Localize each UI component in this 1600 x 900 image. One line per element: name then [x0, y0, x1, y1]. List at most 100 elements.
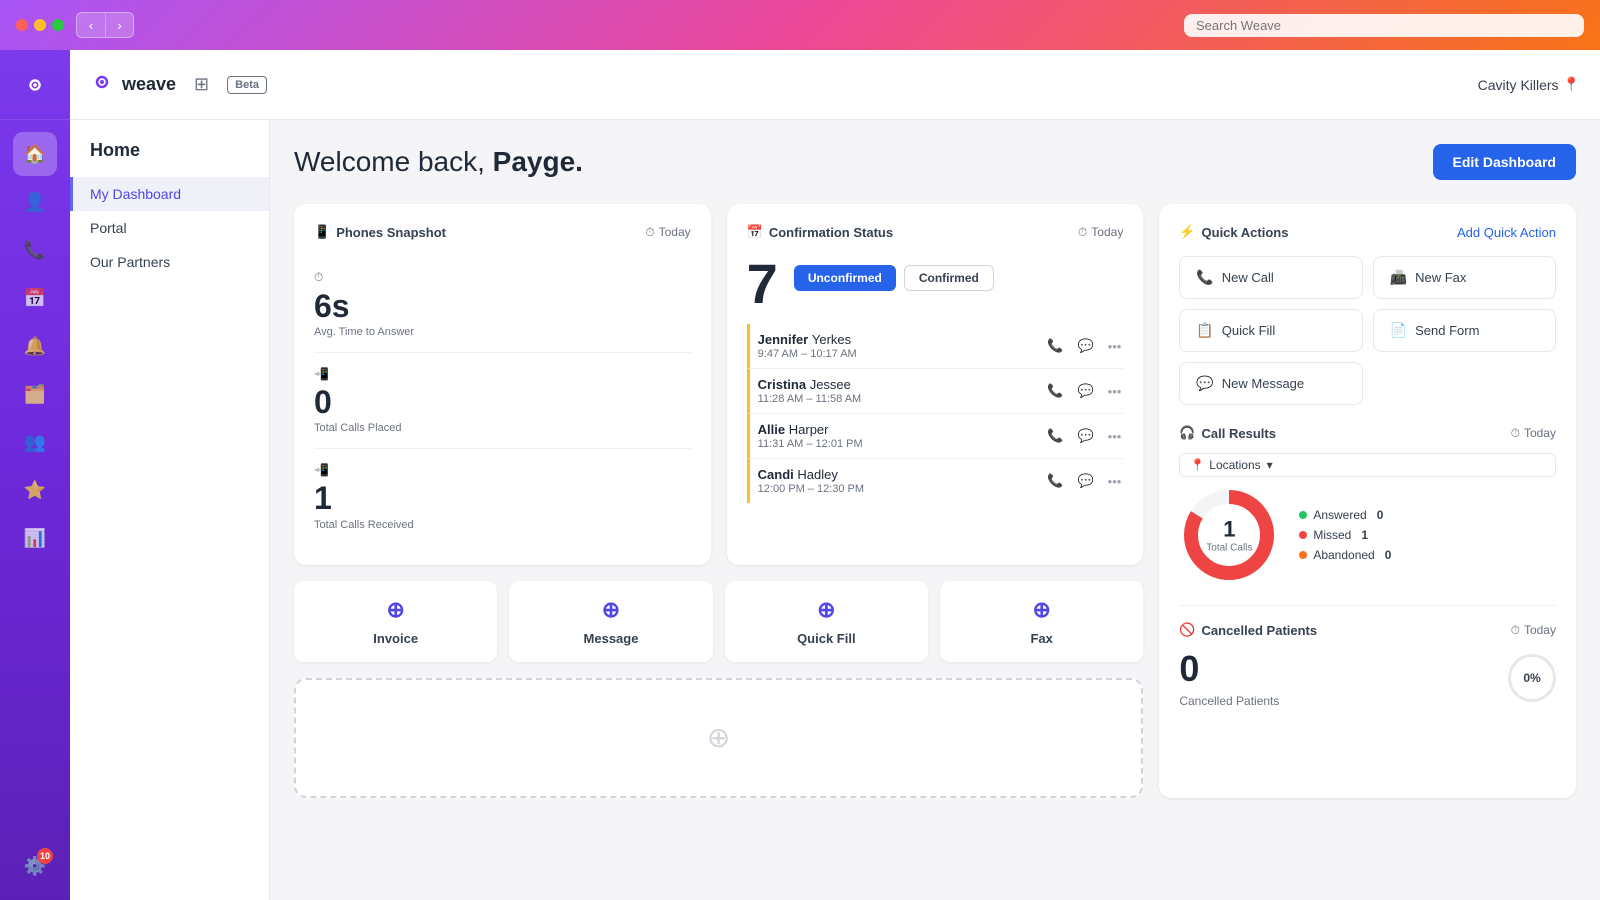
message-shortcut-button[interactable]: ⊕ Message: [509, 581, 712, 662]
browser-forward-button[interactable]: ›: [105, 13, 133, 37]
patient-actions: 📞 💬 •••: [1045, 336, 1123, 356]
missed-count: 1: [1361, 528, 1368, 542]
more-button[interactable]: •••: [1106, 381, 1124, 401]
clock-icon-calls: ⏱: [1511, 426, 1520, 441]
calls-placed-value: 0: [314, 385, 691, 420]
confirm-tabs: Unconfirmed Confirmed: [794, 265, 994, 291]
new-call-button[interactable]: 📞 New Call: [1179, 256, 1362, 299]
cancelled-title: 🚫 Cancelled Patients: [1179, 622, 1317, 638]
quick-fill-icon: 📋: [1196, 322, 1213, 339]
fax-shortcut-icon: ⊕: [1032, 597, 1050, 623]
calls-placed-stat: 📲 0 Total Calls Placed: [314, 353, 691, 449]
avg-time-icon-row: ⏱: [314, 270, 691, 285]
nav-records-icon[interactable]: 🗂️: [13, 372, 57, 416]
patient-actions: 📞 💬 •••: [1045, 426, 1123, 446]
message-button[interactable]: 💬: [1075, 471, 1095, 491]
nav-home-icon[interactable]: 🏠: [13, 132, 57, 176]
nav-notifications-icon[interactable]: 🔔: [13, 324, 57, 368]
call-legend: Answered 0 Missed 1: [1299, 508, 1391, 562]
new-message-button[interactable]: 💬 New Message: [1179, 362, 1362, 405]
settings-badge: 10: [37, 848, 53, 864]
dot-green: [52, 19, 64, 31]
nav-phone-icon[interactable]: 📞: [13, 228, 57, 272]
message-button[interactable]: 💬: [1075, 426, 1095, 446]
nav-settings-icon[interactable]: ⚙️ 10: [13, 844, 57, 888]
new-message-icon: 💬: [1196, 375, 1213, 392]
more-button[interactable]: •••: [1106, 471, 1124, 491]
message-button[interactable]: 💬: [1075, 336, 1095, 356]
sidebar-item-our-partners[interactable]: Our Partners: [70, 245, 269, 279]
location-pin-icon: 📍: [1563, 76, 1580, 93]
abandoned-count: 0: [1385, 548, 1392, 562]
cancelled-header: 🚫 Cancelled Patients ⏱ Today: [1179, 622, 1556, 638]
invoice-shortcut-button[interactable]: ⊕ Invoice: [294, 581, 497, 662]
patient-list: Jennifer Yerkes 9:47 AM – 10:17 AM 📞 💬 •…: [747, 324, 1124, 503]
avg-time-value: 6s: [314, 289, 691, 324]
more-button[interactable]: •••: [1106, 336, 1124, 356]
edit-dashboard-button[interactable]: Edit Dashboard: [1433, 144, 1576, 180]
dot-red: [16, 19, 28, 31]
clock-icon-cancelled: ⏱: [1511, 623, 1520, 638]
nav-contacts-icon[interactable]: 👤: [13, 180, 57, 224]
send-form-button[interactable]: 📄 Send Form: [1373, 309, 1556, 352]
patient-info: Candi Hadley 12:00 PM – 12:30 PM: [758, 467, 864, 495]
new-fax-button[interactable]: 📠 New Fax: [1373, 256, 1556, 299]
nav-calendar-icon[interactable]: 📅: [13, 276, 57, 320]
call-button[interactable]: 📞: [1045, 336, 1065, 356]
patient-name: Jennifer Yerkes: [758, 332, 857, 347]
message-button[interactable]: 💬: [1075, 381, 1095, 401]
grid-menu-button[interactable]: ⊞: [188, 68, 215, 101]
call-button[interactable]: 📞: [1045, 471, 1065, 491]
sidebar-item-portal[interactable]: Portal: [70, 211, 269, 245]
patient-name: Candi Hadley: [758, 467, 864, 482]
phones-snapshot-date: ⏱ Today: [645, 225, 690, 240]
answered-dot: [1299, 511, 1307, 519]
calls-placed-icon: 📲: [314, 367, 329, 381]
call-button[interactable]: 📞: [1045, 426, 1065, 446]
call-results-header: 🎧 Call Results ⏱ Today: [1179, 425, 1556, 441]
weave-brand-icon: [90, 70, 114, 100]
icon-sidebar: 🏠 👤 📞 📅 🔔 🗂️ 👥 ⭐ 📊 ⚙️ 10: [0, 50, 70, 900]
patient-name: Allie Harper: [758, 422, 863, 437]
confirm-top-row: 7 Unconfirmed Confirmed: [747, 256, 1124, 312]
app-layout: 🏠 👤 📞 📅 🔔 🗂️ 👥 ⭐ 📊 ⚙️ 10: [0, 50, 1600, 900]
phones-snapshot-title: 📱 Phones Snapshot: [314, 224, 446, 240]
timer-icon: ⏱: [314, 270, 323, 285]
tab-unconfirmed[interactable]: Unconfirmed: [794, 265, 896, 291]
app-brand-area: [0, 50, 70, 120]
quick-fill-shortcut-icon: ⊕: [817, 597, 835, 623]
beta-badge: Beta: [227, 76, 267, 94]
cancelled-label: Cancelled Patients: [1179, 694, 1279, 708]
quick-fill-shortcut-button[interactable]: ⊕ Quick Fill: [725, 581, 928, 662]
tab-confirmed[interactable]: Confirmed: [904, 265, 994, 291]
clock-icon-phones: ⏱: [645, 225, 654, 240]
message-shortcut-icon: ⊕: [602, 597, 620, 623]
sidebar-item-my-dashboard[interactable]: My Dashboard: [70, 177, 269, 211]
more-button[interactable]: •••: [1106, 426, 1124, 446]
content-area: Welcome back, Payge. Edit Dashboard 📱 Ph…: [270, 120, 1600, 900]
shortcuts-row: ⊕ Invoice ⊕ Message ⊕ Quick Fill ⊕: [294, 581, 1143, 662]
quick-fill-button[interactable]: 📋 Quick Fill: [1179, 309, 1362, 352]
fax-shortcut-button[interactable]: ⊕ Fax: [940, 581, 1143, 662]
nav-analytics-icon[interactable]: 📊: [13, 516, 57, 560]
phones-snapshot-card: 📱 Phones Snapshot ⏱ Today ⏱: [294, 204, 711, 565]
nav-team-icon[interactable]: 👥: [13, 420, 57, 464]
side-nav: Home My Dashboard Portal Our Partners: [70, 120, 270, 900]
icon-nav: 🏠 👤 📞 📅 🔔 🗂️ 👥 ⭐ 📊 ⚙️ 10: [13, 120, 57, 900]
legend-answered: Answered 0: [1299, 508, 1391, 522]
welcome-prefix: Welcome back,: [294, 146, 493, 177]
welcome-username: Payge.: [493, 146, 583, 177]
nav-reviews-icon[interactable]: ⭐: [13, 468, 57, 512]
browser-back-button[interactable]: ‹: [77, 13, 105, 37]
browser-search-input[interactable]: [1184, 14, 1584, 37]
quick-action-grid: 📞 New Call 📠 New Fax 📋 Quick Fill: [1179, 256, 1556, 405]
add-quick-action-link[interactable]: Add Quick Action: [1457, 225, 1556, 240]
confirmation-count: 7: [747, 256, 778, 312]
locations-dropdown[interactable]: 📍 Locations ▾: [1179, 453, 1556, 477]
dot-yellow: [34, 19, 46, 31]
call-button[interactable]: 📞: [1045, 381, 1065, 401]
weave-brand-text: weave: [122, 74, 176, 95]
clock-icon-confirm: ⏱: [1078, 225, 1087, 240]
welcome-heading: Welcome back, Payge.: [294, 146, 583, 178]
phone-snapshot-icon: 📱: [314, 224, 330, 240]
